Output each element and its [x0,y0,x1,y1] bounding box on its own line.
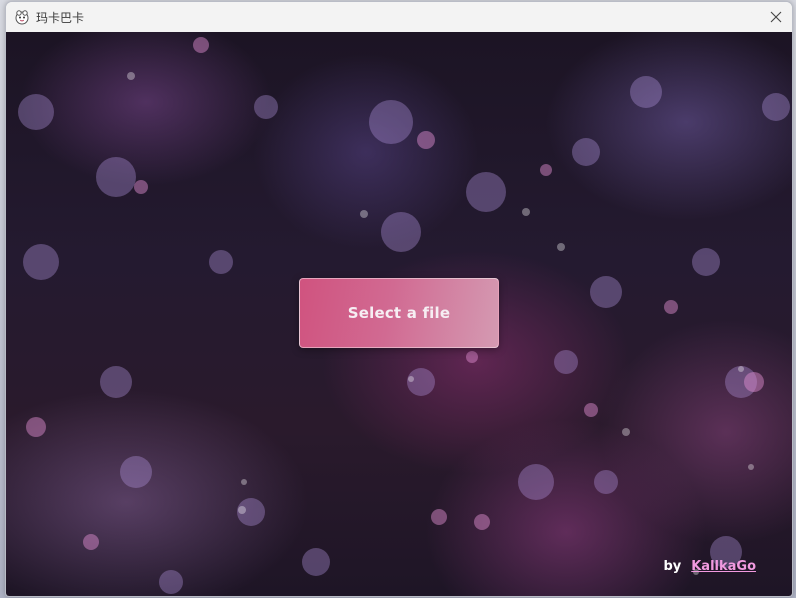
credit-line: by KallkaGo [663,559,756,574]
author-link[interactable]: KallkaGo [691,559,756,574]
select-file-label: Select a file [347,304,451,322]
select-file-button[interactable]: Select a file [299,278,499,348]
close-button[interactable] [760,2,792,32]
window-title: 玛卡巴卡 [36,10,85,25]
mascot-face-icon [15,10,29,25]
credit-prefix: by [663,559,682,574]
bokeh-background-panel: Select a file by KallkaGo [6,32,792,596]
close-icon [770,11,782,23]
app-window: 玛卡巴卡 Select a file by KallkaGo [5,1,793,597]
title-bar[interactable]: 玛卡巴卡 [6,2,792,32]
